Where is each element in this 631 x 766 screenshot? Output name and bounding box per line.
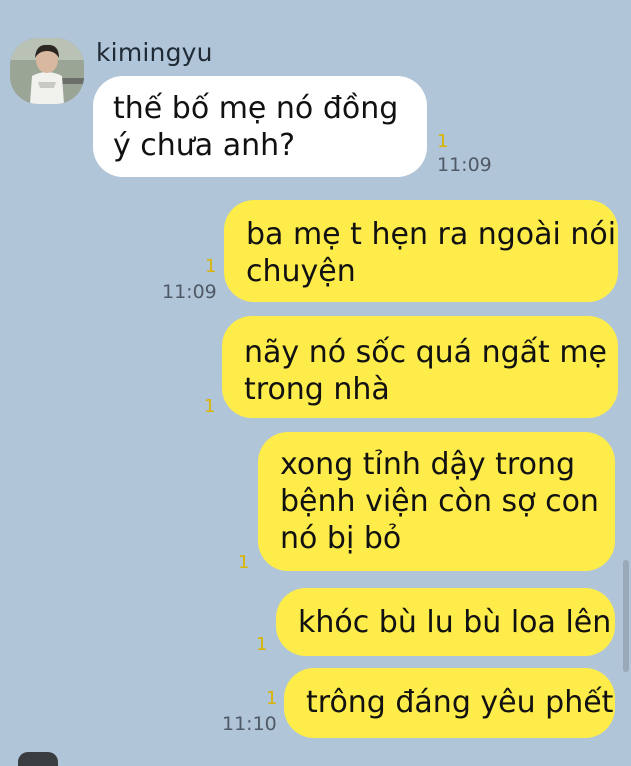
sender-name: kimingyu	[96, 38, 213, 67]
outgoing-message-bubble[interactable]: nãy nó sốc quá ngất mẹ trong nhà	[222, 316, 618, 418]
outgoing-message-bubble[interactable]: ba mẹ t hẹn ra ngoài nói chuyện	[224, 200, 618, 302]
message-text-line: khóc bù lu bù loa lên	[298, 605, 612, 640]
message-text-line: nó bị bỏ	[280, 521, 402, 556]
message-time: 11:09	[162, 281, 217, 303]
scrollbar[interactable]	[623, 560, 629, 672]
message-time: 11:10	[222, 713, 277, 735]
message-text-line: bệnh viện còn sợ con	[280, 484, 599, 519]
message-text-line: nãy nó sốc quá ngất mẹ	[244, 335, 608, 370]
message-time: 11:09	[437, 154, 492, 176]
unread-count: 1	[238, 552, 250, 573]
sender-avatar[interactable]	[10, 38, 84, 104]
unread-count: 1	[204, 396, 216, 417]
profile-photo-icon	[10, 38, 84, 104]
outgoing-message-bubble[interactable]: khóc bù lu bù loa lên	[276, 588, 615, 656]
message-text-line: chuyện	[246, 254, 356, 289]
message-text-line: trông đáng yêu phết	[306, 685, 614, 720]
message-text-line: xong tỉnh dậy trong	[280, 447, 576, 482]
next-sender-avatar[interactable]	[18, 752, 58, 766]
message-text-line: ba mẹ t hẹn ra ngoài nói	[246, 217, 617, 252]
message-text-line: thế bố mẹ nó đồng	[113, 91, 399, 126]
incoming-message-bubble[interactable]: thế bố mẹ nó đồng ý chưa anh?	[93, 76, 427, 177]
unread-count: 1	[266, 688, 278, 709]
unread-count: 1	[256, 634, 268, 655]
outgoing-message-bubble[interactable]: trông đáng yêu phết	[284, 668, 615, 738]
message-text-line: ý chưa anh?	[113, 128, 296, 163]
outgoing-message-bubble[interactable]: xong tỉnh dậy trong bệnh viện còn sợ con…	[258, 432, 615, 571]
unread-count: 1	[437, 131, 449, 152]
message-text-line: trong nhà	[244, 372, 390, 407]
unread-count: 1	[205, 256, 217, 277]
